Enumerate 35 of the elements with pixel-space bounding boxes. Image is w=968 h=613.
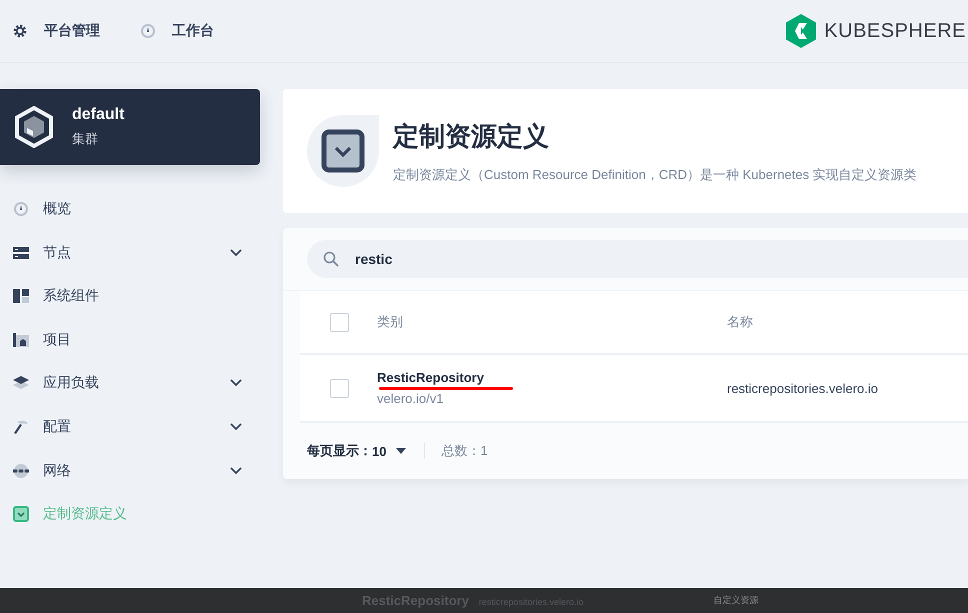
background-type: 自定义资源 bbox=[713, 594, 758, 607]
page-description: 定制资源定义（Custom Resource Definition，CRD）是一种 Kubernetes 实现自定义资源类 bbox=[393, 166, 917, 184]
total-count: 总数：1 bbox=[441, 442, 488, 460]
page-size-label: 每页显示： bbox=[307, 442, 372, 460]
page-size-dropdown[interactable]: 10 bbox=[372, 444, 406, 458]
column-header: 类别 bbox=[377, 313, 404, 331]
resource-group: velero.io/v1 bbox=[377, 391, 444, 406]
search-field[interactable]: restic bbox=[307, 240, 968, 278]
table-cell: resticrepositories.velero.io bbox=[727, 380, 878, 396]
search-icon bbox=[323, 251, 339, 267]
crd-icon bbox=[13, 506, 29, 522]
crd-icon bbox=[321, 129, 365, 173]
cluster-name: default bbox=[72, 106, 124, 124]
top-nav-link[interactable]: 工作台 bbox=[140, 22, 214, 40]
globe-icon bbox=[13, 462, 29, 479]
project-icon bbox=[13, 332, 29, 348]
cluster-card[interactable]: default 集群 bbox=[0, 89, 260, 165]
column-header: 名称 bbox=[727, 313, 753, 331]
logo-icon bbox=[786, 14, 816, 48]
cluster-type: 集群 bbox=[72, 130, 99, 148]
caret-icon bbox=[396, 448, 406, 454]
checkbox[interactable] bbox=[330, 378, 349, 398]
layers-icon bbox=[13, 375, 29, 392]
resource-kind-link[interactable]: ResticRepository bbox=[377, 370, 484, 385]
cube-icon bbox=[14, 106, 54, 148]
top-nav-link[interactable]: 平台管理 bbox=[12, 22, 100, 40]
hammer-icon bbox=[13, 418, 29, 435]
settings-icon bbox=[12, 23, 28, 39]
dial-icon bbox=[13, 201, 29, 217]
blocks-icon bbox=[13, 288, 29, 304]
checkbox[interactable] bbox=[330, 312, 349, 332]
dial-icon bbox=[140, 23, 156, 39]
server-icon bbox=[13, 244, 29, 261]
page-title: 定制资源定义 bbox=[393, 120, 550, 152]
logo-text: KUBESPHERE bbox=[824, 20, 966, 42]
